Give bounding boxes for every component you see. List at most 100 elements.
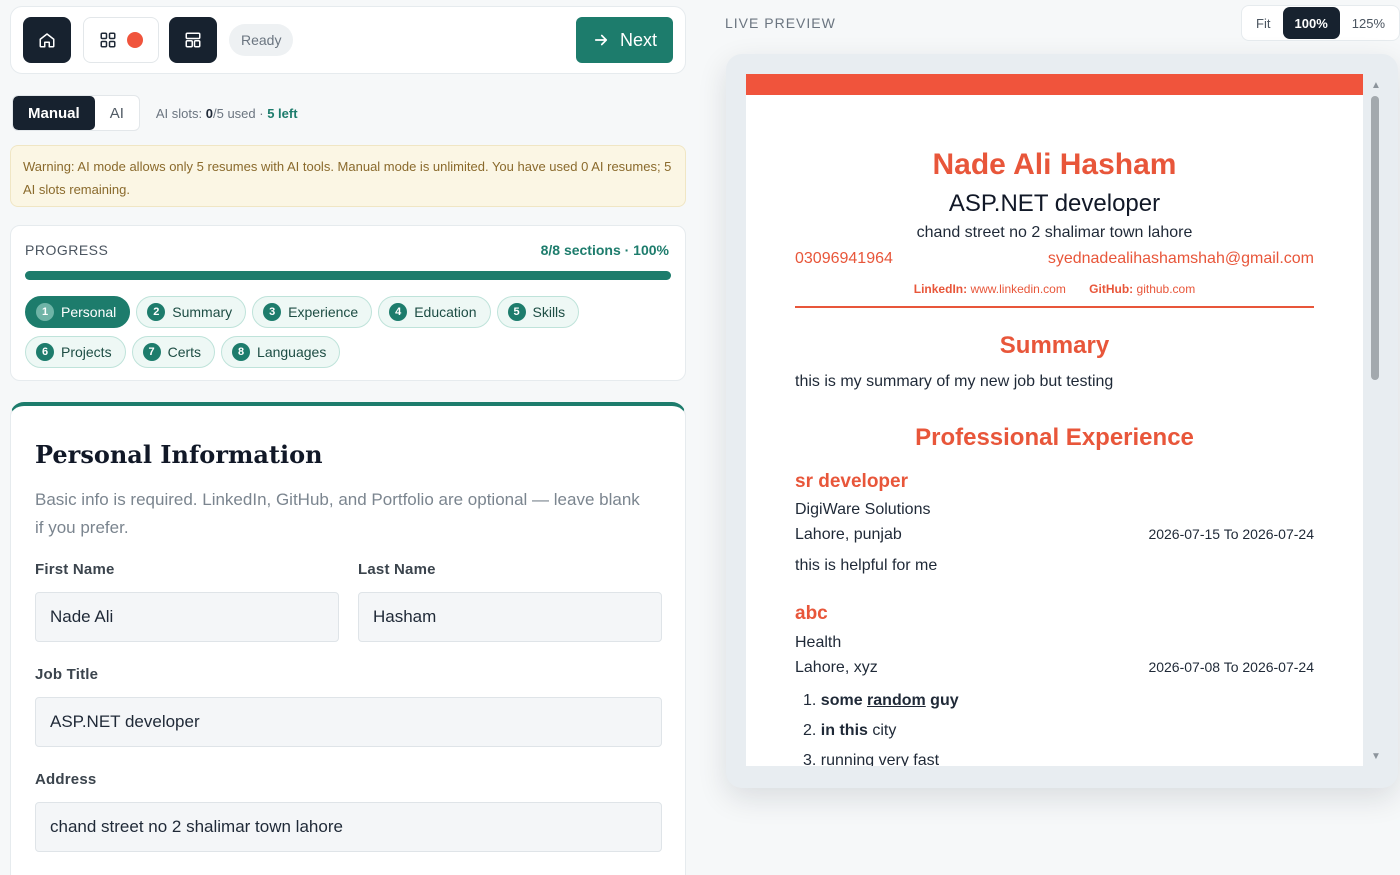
templates-button[interactable]: [83, 17, 159, 63]
ai-warning-banner: Warning: AI mode allows only 5 resumes w…: [10, 145, 686, 207]
slots-used: 0: [205, 105, 213, 121]
section-chip-summary[interactable]: 2 Summary: [136, 296, 247, 328]
summary-heading: Summary: [999, 332, 1110, 359]
section-chip-experience[interactable]: 3 Experience: [252, 296, 373, 328]
section-chip-languages[interactable]: 8 Languages: [221, 336, 341, 368]
editor-panel: Ready Next Manual AI AI slots: 0/5 used …: [0, 0, 700, 875]
list-number: 1.: [803, 692, 817, 709]
progress-bar: [25, 271, 671, 280]
job-company: Health: [795, 634, 842, 651]
chip-label: Experience: [288, 304, 359, 320]
home-button[interactable]: [23, 17, 71, 63]
chip-label: Skills: [532, 304, 566, 320]
chip-label: Personal: [61, 304, 117, 320]
list-underlined-text: random: [867, 692, 926, 709]
first-name-field[interactable]: Nade Ali: [35, 592, 339, 642]
scroll-thumb[interactable]: [1371, 96, 1379, 380]
resume-address: chand street no 2 shalimar town lahore: [916, 224, 1193, 241]
address-label: Address: [35, 771, 97, 788]
mode-manual-tab[interactable]: Manual: [13, 96, 95, 130]
zoom-control: Fit 100% 125%: [1241, 5, 1400, 41]
experience-heading: Professional Experience: [915, 424, 1194, 451]
mode-ai-tab[interactable]: AI: [95, 96, 139, 130]
chip-number: 5: [507, 303, 526, 321]
scroll-up-icon[interactable]: ▲: [1371, 80, 1381, 91]
resume-page[interactable]: Nade Ali Hasham ASP.NET developer chand …: [746, 74, 1363, 766]
list-text: city: [872, 722, 897, 739]
preview-panel: LIVE PREVIEW Fit 100% 125% Nade Ali Hash…: [700, 0, 1400, 875]
chip-number: 4: [389, 303, 408, 321]
form-title: Personal Information: [35, 440, 323, 469]
form-description: Basic info is required. LinkedIn, GitHub…: [35, 490, 640, 537]
chip-label: Projects: [61, 344, 112, 360]
job-dates: 2026-07-15 To 2026-07-24: [1148, 526, 1314, 542]
summary-text: this is my summary of my new job but tes…: [795, 373, 1114, 390]
resume-links: LinkedIn: www.linkedin.com GitHub: githu…: [746, 282, 1363, 296]
personal-info-form: Personal Information Basic info is requi…: [10, 402, 686, 875]
section-chip-education[interactable]: 4 Education: [378, 296, 491, 328]
chip-number: 8: [232, 343, 251, 361]
resume-phone: 03096941964: [795, 250, 893, 267]
progress-card: PROGRESS 8/8 sections · 100% 1 Personal 2…: [10, 225, 686, 381]
last-name-label: Last Name: [358, 561, 436, 578]
scroll-down-icon[interactable]: ▼: [1371, 751, 1381, 762]
chip-number: 3: [263, 303, 282, 321]
section-chip-personal[interactable]: 1 Personal: [25, 296, 131, 328]
list-bold-text: in this: [820, 722, 868, 739]
mode-toggle: Manual AI: [12, 95, 140, 131]
slots-prefix: AI slots:: [155, 105, 203, 121]
section-chip-certs[interactable]: 7 Certs: [131, 336, 216, 368]
job-company: DigiWare Solutions: [795, 501, 931, 518]
zoom-100-button[interactable]: 100%: [1282, 7, 1340, 39]
chip-number: 1: [36, 303, 54, 321]
progress-bar-fill: [25, 271, 671, 280]
home-icon: [39, 33, 55, 48]
section-chips: 1 Personal 2 Summary 3 Experience 4 Educatio…: [25, 296, 665, 368]
chip-number: 6: [36, 343, 54, 361]
linkedin-value: www.linkedin.com: [970, 282, 1066, 296]
chip-label: Certs: [167, 344, 202, 360]
list-number: 2.: [803, 722, 817, 739]
resume-title: ASP.NET developer: [948, 190, 1161, 217]
job-description: this is helpful for me: [795, 557, 938, 574]
github-label: GitHub:: [1089, 282, 1134, 296]
layout-icon: [185, 32, 201, 48]
chip-number: 2: [147, 303, 166, 321]
resume-email: syednadealihashamshah@gmail.com: [1047, 250, 1314, 267]
zoom-fit-button[interactable]: Fit: [1244, 7, 1282, 39]
preview-scrollbar[interactable]: ▲ ▼: [1368, 76, 1382, 766]
progress-label: PROGRESS: [25, 242, 109, 258]
last-name-field[interactable]: Hasham: [358, 592, 662, 642]
section-chip-projects[interactable]: 6 Projects: [25, 336, 126, 368]
address-field[interactable]: chand street no 2 shalimar town lahore: [35, 802, 662, 852]
job-title-field[interactable]: ASP.NET developer: [35, 697, 662, 747]
arrow-right-icon: [594, 34, 608, 46]
resume-accent-bar: [746, 74, 1363, 95]
chip-label: Languages: [257, 344, 327, 360]
preview-frame: Nade Ali Hasham ASP.NET developer chand …: [726, 54, 1398, 788]
next-button[interactable]: Next: [576, 17, 673, 63]
first-name-label: First Name: [35, 561, 115, 578]
next-button-label: Next: [619, 29, 657, 50]
chip-label: Education: [414, 304, 477, 320]
recording-dot-icon: [127, 32, 143, 48]
section-chip-skills[interactable]: 5 Skills: [496, 296, 580, 328]
list-text: running very fast: [820, 752, 940, 766]
grid-icon: [100, 32, 116, 48]
resume-header-rule: [795, 306, 1314, 308]
job-role: sr developer: [795, 471, 908, 492]
slots-left: 5 left: [267, 105, 298, 121]
zoom-125-button[interactable]: 125%: [1340, 7, 1397, 39]
ai-slots-info: AI slots: 0/5 used · 5 left: [156, 106, 298, 121]
job-location: Lahore, punjab: [795, 526, 902, 543]
list-item: 3. running very fast: [803, 746, 959, 766]
job-role: abc: [795, 603, 828, 624]
list-item: 1. some random guy: [803, 686, 959, 716]
status-badge: Ready: [229, 24, 294, 56]
chip-number: 7: [142, 343, 161, 361]
job-dates: 2026-07-08 To 2026-07-24: [1148, 659, 1314, 675]
linkedin-label: LinkedIn:: [913, 282, 968, 296]
github-value: github.com: [1136, 282, 1196, 296]
list-number: 3.: [803, 752, 817, 766]
layout-button[interactable]: [169, 17, 217, 63]
